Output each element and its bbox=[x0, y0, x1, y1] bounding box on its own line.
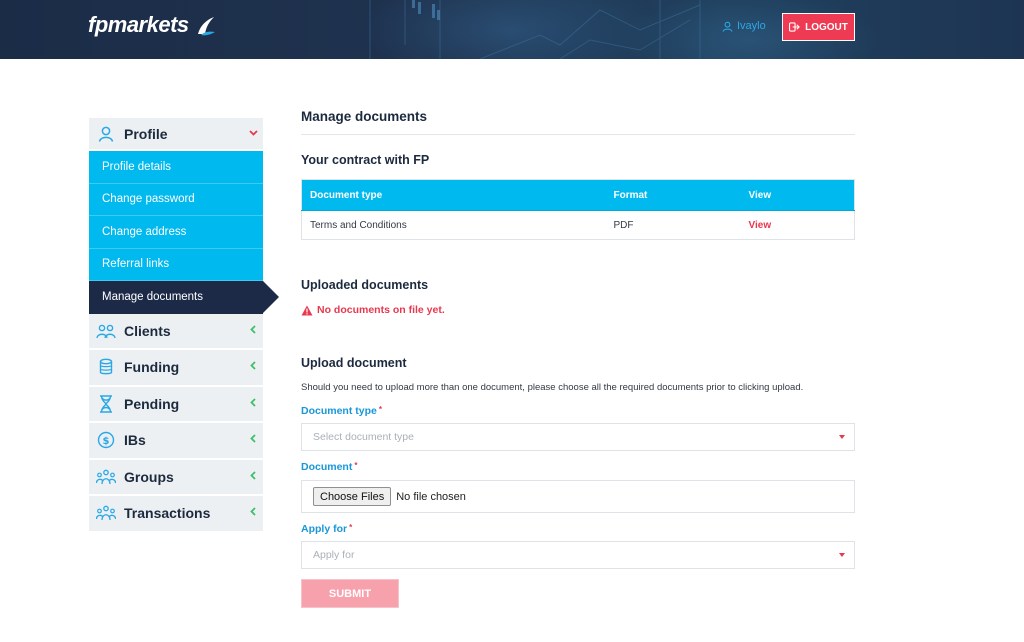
users-icon bbox=[95, 320, 117, 342]
svg-text:$: $ bbox=[103, 436, 110, 447]
column-header-format: Format bbox=[605, 179, 741, 211]
logout-icon bbox=[789, 22, 800, 32]
sidebar-section-groups[interactable]: Groups bbox=[89, 459, 263, 496]
chevron-left-icon bbox=[243, 471, 263, 483]
sidebar-item-label: Manage documents bbox=[102, 291, 204, 304]
sidebar-section-transactions[interactable]: Transactions bbox=[89, 496, 263, 533]
uploaded-documents-heading: Uploaded documents bbox=[301, 278, 429, 292]
required-marker: * bbox=[349, 523, 353, 532]
upload-document-heading: Upload document bbox=[301, 356, 407, 370]
user-profile-link[interactable]: Ivaylo bbox=[722, 20, 766, 32]
column-header-view: View bbox=[740, 179, 855, 211]
brand-swoosh-icon bbox=[197, 17, 215, 36]
profile-submenu: Profile details Change password Change a… bbox=[89, 151, 279, 314]
contract-heading: Your contract with FP bbox=[301, 153, 430, 167]
dropdown-caret-icon bbox=[839, 553, 845, 557]
logout-label: LOGOUT bbox=[805, 21, 848, 33]
sidebar-item-manage-documents[interactable]: Manage documents bbox=[89, 281, 279, 314]
required-marker: * bbox=[378, 405, 382, 414]
choose-files-button[interactable]: Choose Files bbox=[313, 487, 392, 506]
brand-logo-text: fpmarkets bbox=[88, 12, 189, 37]
no-documents-alert: No documents on file yet. bbox=[301, 304, 445, 316]
chevron-left-icon bbox=[243, 325, 263, 337]
logout-button[interactable]: LOGOUT bbox=[782, 13, 855, 41]
apply-for-label: Apply for * bbox=[301, 523, 352, 535]
document-type-placeholder: Select document type bbox=[313, 431, 414, 443]
sidebar-section-funding[interactable]: Funding bbox=[89, 350, 263, 387]
chevron-down-icon bbox=[243, 128, 263, 139]
document-label-text: Document bbox=[301, 461, 353, 473]
chevron-left-icon bbox=[243, 434, 263, 446]
title-divider bbox=[301, 134, 855, 135]
page-title: Manage documents bbox=[301, 109, 428, 124]
apply-for-select[interactable]: Apply for bbox=[301, 541, 855, 569]
cell-document-type: Terms and Conditions bbox=[301, 210, 606, 240]
dollar-circle-icon: $ bbox=[95, 429, 117, 451]
sidebar-section-label: Profile bbox=[124, 125, 168, 142]
column-header-document-type: Document type bbox=[301, 179, 606, 211]
view-document-link[interactable]: View bbox=[740, 210, 855, 240]
sidebar-item-label: Profile details bbox=[102, 160, 172, 173]
sidebar-section-label: Pending bbox=[124, 395, 180, 412]
brand-logo[interactable]: fpmarkets bbox=[88, 12, 218, 38]
chevron-left-icon bbox=[243, 398, 263, 410]
network-icon bbox=[95, 466, 117, 488]
document-type-label: Document type * bbox=[301, 405, 382, 417]
table-header-row: Document type Format View bbox=[301, 179, 855, 211]
dropdown-caret-icon bbox=[839, 435, 845, 439]
sidebar-item-change-password[interactable]: Change password bbox=[89, 183, 263, 216]
no-documents-text: No documents on file yet. bbox=[317, 304, 445, 316]
upload-instructions: Should you need to upload more than one … bbox=[301, 382, 804, 393]
submit-button[interactable]: SUBMIT bbox=[301, 579, 399, 608]
sidebar-section-label: Transactions bbox=[124, 505, 211, 522]
chevron-left-icon bbox=[243, 361, 263, 373]
user-icon bbox=[95, 123, 117, 145]
cell-format: PDF bbox=[605, 210, 741, 240]
sidebar-item-label: Referral links bbox=[102, 258, 170, 271]
apply-for-label-text: Apply for bbox=[301, 523, 348, 535]
sidebar-section-ibs[interactable]: $ IBs bbox=[89, 423, 263, 460]
user-name: Ivaylo bbox=[737, 20, 766, 32]
sidebar-nav: Profile Profile details Change password … bbox=[89, 118, 279, 533]
sidebar-section-clients[interactable]: Clients bbox=[89, 313, 263, 350]
sidebar-section-pending[interactable]: Pending bbox=[89, 386, 263, 423]
contract-documents-table: Document type Format View Terms and Cond… bbox=[301, 179, 855, 240]
sidebar-item-change-address[interactable]: Change address bbox=[89, 216, 263, 249]
table-row: Terms and Conditions PDF View bbox=[301, 210, 855, 240]
coins-icon bbox=[95, 356, 117, 378]
sidebar-section-label: IBs bbox=[124, 432, 146, 449]
document-file-input: Choose Files No file chosen bbox=[301, 480, 855, 513]
apply-for-placeholder: Apply for bbox=[313, 549, 355, 561]
top-header: fpmarkets Ivaylo LOGOUT bbox=[0, 0, 1024, 59]
chevron-left-icon bbox=[243, 507, 263, 519]
user-icon bbox=[722, 21, 733, 32]
hourglass-icon bbox=[95, 393, 117, 415]
sidebar-section-profile[interactable]: Profile bbox=[89, 118, 263, 151]
no-file-chosen-text: No file chosen bbox=[396, 490, 466, 503]
network-icon bbox=[95, 502, 117, 524]
sidebar-item-label: Change address bbox=[102, 225, 187, 238]
required-marker: * bbox=[354, 461, 358, 470]
sidebar-item-label: Change password bbox=[102, 193, 195, 206]
document-type-label-text: Document type bbox=[301, 405, 377, 417]
document-type-select[interactable]: Select document type bbox=[301, 423, 855, 451]
sidebar-section-label: Clients bbox=[124, 322, 171, 339]
warning-icon bbox=[301, 305, 313, 315]
document-label: Document * bbox=[301, 461, 357, 473]
sidebar-section-label: Funding bbox=[124, 359, 180, 376]
sidebar-item-profile-details[interactable]: Profile details bbox=[89, 151, 263, 184]
sidebar-item-referral-links[interactable]: Referral links bbox=[89, 248, 263, 281]
sidebar-section-label: Groups bbox=[124, 468, 174, 485]
